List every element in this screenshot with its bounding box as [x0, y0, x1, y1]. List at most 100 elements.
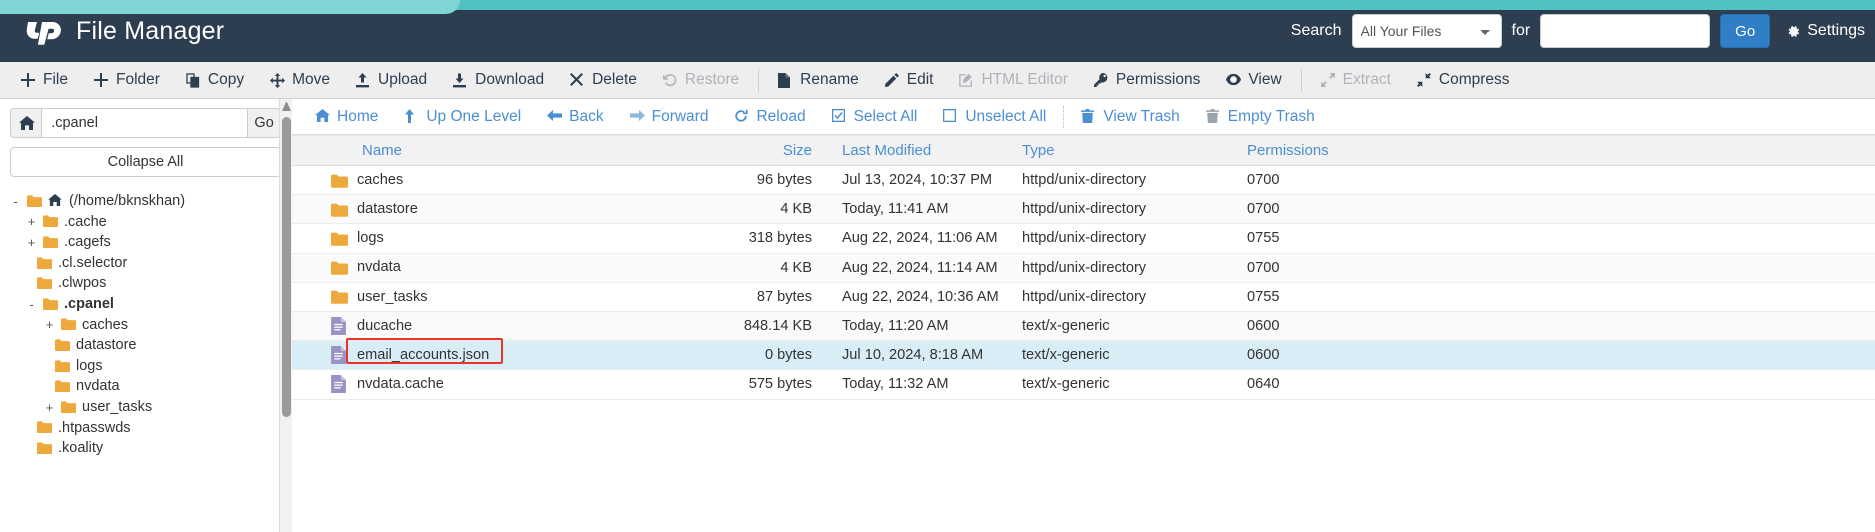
file-type: httpd/unix-directory: [1022, 259, 1147, 276]
table-row[interactable]: user_tasks 87 bytes Aug 22, 2024, 10:36 …: [292, 283, 1875, 312]
file-type: httpd/unix-directory: [1022, 172, 1147, 189]
nav-label: Empty Trash: [1227, 107, 1315, 125]
nav-item-unselect-all[interactable]: Unselect All: [930, 108, 1059, 126]
sidebar-scrollbar[interactable]: [279, 99, 292, 532]
settings-button[interactable]: Settings: [1780, 22, 1865, 40]
nav-item-up-one-level[interactable]: Up One Level: [391, 108, 534, 126]
toolbar-item-delete[interactable]: Delete: [557, 62, 650, 98]
toolbar-item-move[interactable]: Move: [257, 62, 343, 98]
toolbar-item-edit[interactable]: Edit: [872, 62, 947, 98]
tree-node-caches[interactable]: + caches: [8, 315, 291, 336]
nav-item-empty-trash[interactable]: Empty Trash: [1193, 108, 1328, 126]
tree-node-logs[interactable]: logs: [8, 356, 291, 377]
gear-icon: [1786, 24, 1801, 39]
tree-node-datastore[interactable]: datastore: [8, 335, 291, 356]
file-permissions[interactable]: 0700: [1247, 172, 1367, 188]
nav-item-select-all[interactable]: Select All: [819, 108, 931, 126]
tree-node-nvdata[interactable]: nvdata: [8, 376, 291, 397]
file-modified: Jul 13, 2024, 10:37 PM: [842, 172, 993, 189]
row-name-cell[interactable]: logs: [322, 231, 712, 246]
tree-node-cagefs[interactable]: + .cagefs: [8, 232, 291, 253]
tree-toggle-icon[interactable]: +: [26, 215, 37, 228]
path-input[interactable]: [41, 108, 249, 138]
app-header: File Manager Search All Your Files for G…: [0, 0, 1875, 62]
file-modified: Aug 22, 2024, 11:06 AM: [842, 230, 998, 247]
column-header-name[interactable]: Name: [322, 142, 712, 159]
nav-item-home[interactable]: Home: [302, 108, 391, 126]
toolbar-divider: [758, 68, 760, 92]
nav-item-view-trash[interactable]: View Trash: [1068, 108, 1192, 126]
path-go-button[interactable]: Go: [248, 108, 281, 138]
nav-item-back[interactable]: Back: [534, 108, 616, 126]
file-size: 575 bytes: [748, 376, 812, 393]
toolbar-label: Move: [292, 71, 331, 88]
checkbox-checked-icon: [831, 109, 847, 124]
collapse-all-button[interactable]: Collapse All: [10, 147, 281, 177]
toolbar-item-rename[interactable]: Rename: [765, 62, 872, 98]
column-header-last-modified[interactable]: Last Modified: [812, 142, 1022, 159]
file-permissions[interactable]: 0700: [1247, 201, 1367, 217]
file-size: 0 bytes: [764, 347, 812, 364]
table-row[interactable]: nvdata.cache 575 bytes Today, 11:32 AM t…: [292, 370, 1875, 400]
nav-item-reload[interactable]: Reload: [721, 108, 818, 126]
file-modified: Aug 22, 2024, 11:14 AM: [842, 259, 998, 276]
tree-node-cl-selector[interactable]: .cl.selector: [8, 253, 291, 274]
file-name: user_tasks: [357, 288, 428, 305]
search-input[interactable]: [1540, 14, 1711, 48]
table-row[interactable]: caches 96 bytes Jul 13, 2024, 10:37 PM h…: [292, 166, 1875, 196]
folder-icon: [37, 256, 52, 270]
search-go-button[interactable]: Go: [1720, 14, 1771, 48]
file-type: httpd/unix-directory: [1022, 201, 1147, 218]
tree-node-htpasswds[interactable]: .htpasswds: [8, 418, 291, 439]
toolbar-item-upload[interactable]: Upload: [343, 62, 440, 98]
tree-toggle-icon[interactable]: +: [44, 318, 55, 331]
tree-node-cache[interactable]: + .cache: [8, 212, 291, 233]
file-permissions[interactable]: 0600: [1247, 347, 1367, 363]
toolbar-item-folder[interactable]: Folder: [81, 62, 173, 98]
tree-node-clwpos[interactable]: .clwpos: [8, 273, 291, 294]
tree-toggle-icon[interactable]: +: [26, 236, 37, 249]
row-name-cell[interactable]: nvdata.cache: [322, 375, 712, 394]
table-row[interactable]: nvdata 4 KB Aug 22, 2024, 11:14 AM httpd…: [292, 253, 1875, 283]
tree-toggle-icon[interactable]: -: [10, 195, 21, 208]
search-scope-select[interactable]: All Your Files: [1351, 14, 1502, 48]
column-header-type[interactable]: Type: [1022, 142, 1247, 159]
nav-item-forward[interactable]: Forward: [617, 108, 722, 126]
file-permissions[interactable]: 0640: [1247, 376, 1367, 392]
tree-node-cpanel[interactable]: - .cpanel: [8, 294, 291, 315]
file-permissions[interactable]: 0600: [1247, 318, 1367, 334]
row-name-cell[interactable]: datastore: [322, 202, 712, 217]
toolbar-item-compress[interactable]: Compress: [1404, 62, 1523, 98]
scrollbar-thumb[interactable]: [282, 117, 291, 417]
row-name-cell[interactable]: ducache: [322, 317, 712, 336]
eye-icon: [1226, 73, 1242, 88]
column-header-permissions[interactable]: Permissions: [1247, 142, 1367, 159]
toolbar-item-permissions[interactable]: Permissions: [1081, 62, 1213, 98]
file-name: ducache: [357, 317, 413, 334]
download-icon: [453, 73, 468, 88]
toolbar-item-download[interactable]: Download: [440, 62, 557, 98]
row-name-cell[interactable]: nvdata: [322, 260, 712, 275]
table-row[interactable]: datastore 4 KB Today, 11:41 AM httpd/uni…: [292, 195, 1875, 225]
row-name-cell[interactable]: email_accounts.json: [322, 338, 712, 365]
row-name-cell[interactable]: user_tasks: [322, 288, 712, 305]
scrollbar-up-arrow-icon[interactable]: [282, 101, 291, 111]
table-row[interactable]: ducache 848.14 KB Today, 11:20 AM text/x…: [292, 311, 1875, 342]
table-row[interactable]: logs 318 bytes Aug 22, 2024, 11:06 AM ht…: [292, 224, 1875, 254]
column-header-size[interactable]: Size: [712, 142, 812, 159]
toolbar-label: Compress: [1438, 71, 1510, 88]
row-name-cell[interactable]: caches: [322, 173, 712, 188]
tree-toggle-icon[interactable]: -: [26, 298, 37, 311]
tree-node-koality[interactable]: .koality: [8, 438, 291, 459]
tree-node-user-tasks[interactable]: + user_tasks: [8, 397, 291, 418]
toolbar-item-view[interactable]: View: [1213, 62, 1294, 98]
toolbar-item-copy[interactable]: Copy: [173, 62, 257, 98]
table-row-selected[interactable]: email_accounts.json 0 bytes Jul 10, 2024…: [292, 338, 1875, 371]
tree-toggle-icon[interactable]: +: [44, 401, 55, 414]
tree-node-home[interactable]: - (/home/bknskhan): [8, 191, 291, 212]
path-home-button[interactable]: [10, 108, 42, 138]
file-permissions[interactable]: 0755: [1247, 289, 1367, 305]
file-permissions[interactable]: 0755: [1247, 230, 1367, 246]
toolbar-item-file[interactable]: File: [8, 62, 81, 98]
file-permissions[interactable]: 0700: [1247, 260, 1367, 276]
